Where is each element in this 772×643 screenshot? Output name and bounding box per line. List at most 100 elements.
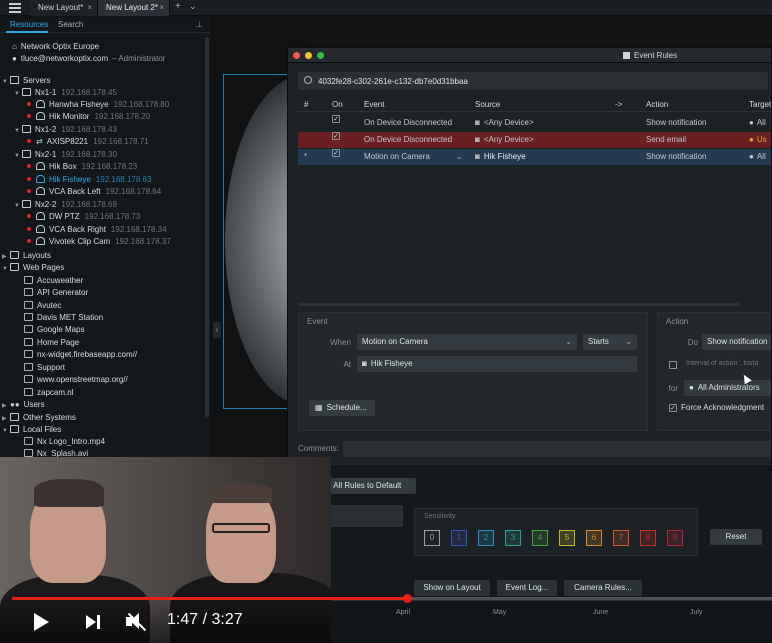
webpage-item[interactable]: Home Page (24, 337, 79, 349)
comments-input[interactable] (343, 441, 771, 457)
rule-enabled-checkbox[interactable]: ✓ (332, 132, 340, 140)
sensitivity-level-5[interactable]: 5 (559, 530, 575, 546)
tab-search[interactable]: Search (58, 20, 83, 29)
layouts-node[interactable]: ▶ Layouts (2, 250, 51, 262)
camera-node[interactable]: Hanwha Fisheye 192.168.178.80 (27, 99, 169, 111)
show-on-layout-button[interactable]: Show on Layout (414, 580, 490, 596)
sensitivity-level-3[interactable]: 3 (505, 530, 521, 546)
camera-node[interactable]: Vivotek Clip Cam 192.168.178.37 (27, 236, 171, 248)
chevron-down-icon[interactable]: ▼ (14, 200, 22, 212)
progress-scrubber[interactable] (403, 594, 412, 603)
collapse-panel-handle[interactable]: ‹ (213, 322, 221, 338)
camera-rules-button[interactable]: Camera Rules... (564, 580, 642, 596)
servers-node[interactable]: ▼ Servers (2, 75, 51, 87)
camera-node[interactable]: Hik Box 192.168.178.23 (27, 161, 137, 173)
server-node[interactable]: ▼ Nx2-2 192.168.178.69 (14, 199, 117, 211)
interval-checkbox[interactable] (669, 361, 677, 369)
sensitivity-level-6[interactable]: 6 (586, 530, 602, 546)
schedule-button[interactable]: ▦ Schedule... (309, 400, 375, 416)
search-input[interactable] (318, 74, 758, 88)
chevron-down-icon[interactable]: ▼ (14, 150, 22, 162)
sensitivity-level-4[interactable]: 4 (532, 530, 548, 546)
sensitivity-level-0[interactable]: 0 (424, 530, 440, 546)
server-node[interactable]: ▼ Nx1-2 192.168.178.43 (14, 124, 117, 136)
close-icon[interactable]: × (87, 0, 92, 16)
restore-defaults-button[interactable]: e All Rules to Default (321, 478, 416, 494)
sensitivity-level-2[interactable]: 2 (478, 530, 494, 546)
action-type-select[interactable]: Show notification (702, 334, 771, 350)
rules-search[interactable] (298, 72, 768, 90)
local-file-item[interactable]: Nx Logo_Intro.mp4 (24, 436, 105, 448)
sensitivity-level-9[interactable]: 9 (667, 530, 683, 546)
rules-horizontal-scrollbar[interactable] (298, 303, 740, 306)
chevron-down-icon[interactable]: ▼ (14, 125, 22, 137)
maximize-window-button[interactable] (317, 52, 324, 59)
chevron-down-icon[interactable]: ▼ (14, 88, 22, 100)
sensitivity-level-8[interactable]: 8 (640, 530, 656, 546)
timeline[interactable]: April May June July (331, 600, 772, 643)
pin-icon[interactable]: ⊥ (196, 20, 203, 29)
tab-new-layout-2[interactable]: New Layout 2* × (98, 0, 170, 16)
webpage-item[interactable]: zapcam.nl (24, 387, 73, 399)
camera-node[interactable]: VCA Back Left 192.168.178.64 (27, 186, 161, 198)
webpage-item[interactable]: Google Maps (24, 324, 85, 336)
rule-row[interactable]: ✓ On Device Disconnected ◙ <Any Device> S… (298, 115, 771, 131)
io-module-icon: ⇄ (36, 137, 43, 146)
sensitivity-level-1[interactable]: 1 (451, 530, 467, 546)
other-systems-node[interactable]: ▶ Other Systems (2, 412, 76, 424)
chevron-down-icon[interactable]: ▼ (2, 425, 10, 437)
local-files-node[interactable]: ▼ Local Files (2, 424, 61, 436)
system-name-row[interactable]: ⌂ Network Optix Europe (12, 41, 99, 53)
rule-enabled-checkbox[interactable]: ✓ (332, 149, 340, 157)
webpage-item[interactable]: API Generator (24, 287, 88, 299)
event-type-select[interactable]: Motion on Camera ⌄ (357, 334, 577, 350)
main-menu-icon[interactable] (9, 3, 21, 13)
mute-icon[interactable] (126, 612, 150, 632)
chevron-down-icon[interactable]: ⌄ (189, 1, 197, 12)
event-state-select[interactable]: Starts ⌄ (583, 334, 637, 350)
webpage-item[interactable]: Davis MET Station (24, 312, 103, 324)
camera-node[interactable]: DW PTZ 192.168.178.73 (27, 211, 140, 223)
user-role: – Administrator (112, 54, 166, 63)
close-icon[interactable]: × (159, 0, 164, 16)
minimize-window-button[interactable] (305, 52, 312, 59)
camera-node[interactable]: ⇄ AXISP8221 192.168.178.71 (27, 136, 149, 148)
force-ack-checkbox[interactable]: ✓ (669, 404, 677, 412)
user-row[interactable]: ● tluce@networkoptix.com – Administrator (12, 53, 165, 65)
sensitivity-level-7[interactable]: 7 (613, 530, 629, 546)
webpages-node[interactable]: ▼ Web Pages (2, 262, 64, 274)
webpage-item[interactable]: Support (24, 362, 65, 374)
server-node[interactable]: ▼ Nx2-1 192.168.178.30 (14, 149, 117, 161)
server-node[interactable]: ▼ Nx1-1 192.168.178.45 (14, 87, 117, 99)
next-icon[interactable] (86, 615, 100, 629)
rule-action: Send email (646, 135, 687, 144)
camera-node-selected[interactable]: Hik Fisheye 192.168.178.63 (27, 174, 151, 186)
local-file-item[interactable]: Nx_Splash.avi (24, 448, 88, 457)
reset-button[interactable]: Reset (710, 529, 762, 545)
add-tab-icon[interactable]: + (175, 1, 181, 12)
camera-node[interactable]: VCA Back Right 192.168.178.34 (27, 224, 167, 236)
webpage-item[interactable]: nx-widget.firebaseapp.com// (24, 349, 137, 361)
webpage-item[interactable]: Avutec (24, 300, 61, 312)
chevron-right-icon[interactable]: ▶ (2, 400, 10, 412)
users-node[interactable]: ▶ ●● Users (2, 399, 45, 411)
chevron-down-icon[interactable]: ⌄ (456, 149, 463, 165)
webpage-item[interactable]: Accuweather (24, 275, 83, 287)
tab-resources[interactable]: Resources (10, 20, 48, 29)
close-window-button[interactable] (293, 52, 300, 59)
tab-new-layout[interactable]: New Layout* × (30, 0, 98, 16)
rules-table-header: # On Event Source -> Action Target (298, 98, 771, 112)
video-file-icon (24, 449, 33, 457)
event-source-select[interactable]: ◙ Hik Fisheye (357, 356, 637, 372)
rule-enabled-checkbox[interactable]: ✓ (332, 115, 340, 123)
event-log-button[interactable]: Event Log... (497, 580, 557, 596)
chevron-down-icon[interactable]: ▼ (2, 263, 10, 275)
rule-row[interactable]: ✓ On Device Disconnected ◙ <Any Device> S… (298, 132, 771, 148)
action-target-select[interactable]: ● All Administrators (684, 380, 771, 396)
rule-row-selected[interactable]: * ✓ Motion on Camera ⌄ ◙ Hik Fisheye Show… (298, 149, 771, 165)
chevron-down-icon[interactable]: ▼ (2, 76, 10, 88)
camera-node[interactable]: Hik Monitor 192.168.178.20 (27, 111, 150, 123)
play-icon[interactable] (34, 613, 49, 631)
webpage-item[interactable]: www.openstreetmap.org// (24, 374, 128, 386)
resource-scrollbar[interactable] (205, 37, 209, 417)
